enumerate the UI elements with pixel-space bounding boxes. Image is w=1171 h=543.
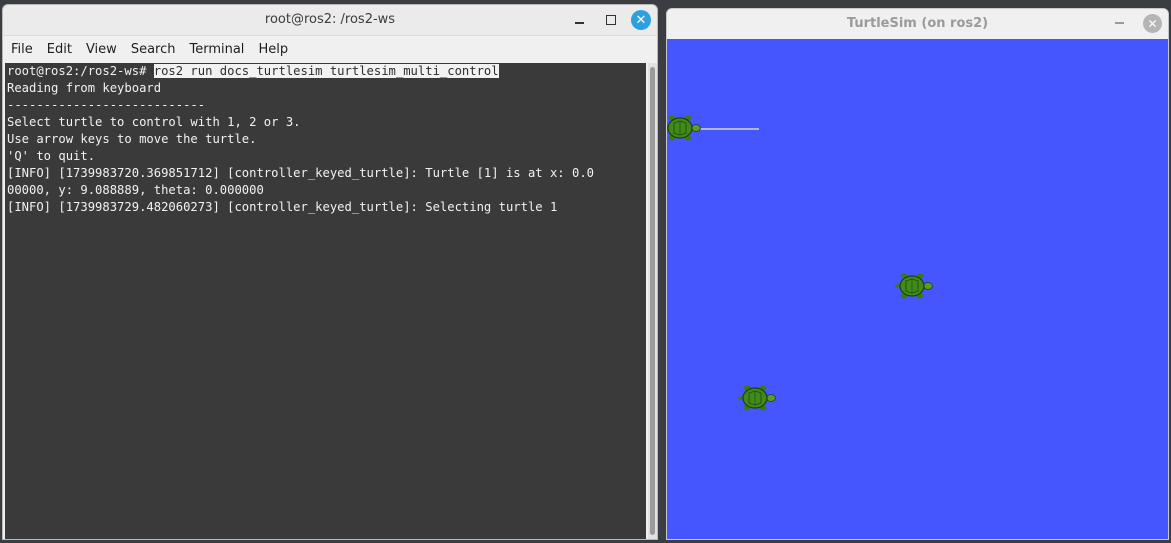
output-line: 00000, y: 9.088889, theta: 0.000000 — [7, 183, 264, 197]
turtlesim-canvas — [667, 39, 1168, 539]
command-line: root@ros2:/ros2-ws# ros2 run docs_turtle… — [5, 63, 646, 80]
minimize-icon[interactable] — [1115, 22, 1124, 24]
output-line: Reading from keyboard — [7, 81, 162, 95]
turtle-icon — [667, 115, 701, 141]
close-button[interactable]: ✕ — [1143, 14, 1162, 33]
menu-edit[interactable]: Edit — [47, 42, 72, 57]
turtlesim-window: TurtleSim (on ros2) ✕ — [666, 8, 1169, 540]
menubar: File Edit View Search Terminal Help — [3, 37, 657, 61]
output-line: [INFO] [1739983729.482060273] [controlle… — [7, 200, 558, 214]
turtlesim-title: TurtleSim (on ros2) — [846, 16, 989, 31]
terminal-window: root@ros2: /ros2-ws ✕ File Edit View Sea… — [2, 4, 658, 540]
turtle-icon — [895, 273, 933, 299]
terminal-scrollbar[interactable] — [648, 63, 657, 539]
terminal-title: root@ros2: /ros2-ws — [264, 12, 396, 27]
output-line: [INFO] [1739983720.369851712] [controlle… — [7, 166, 594, 180]
output-line: --------------------------- — [7, 98, 206, 112]
menu-search[interactable]: Search — [131, 42, 176, 57]
terminal-titlebar[interactable]: root@ros2: /ros2-ws ✕ — [3, 5, 657, 36]
minimize-button[interactable] — [569, 10, 589, 30]
command-text: ros2 run docs_turtlesim turtlesim_multi_… — [153, 64, 499, 78]
turtlesim-titlebar[interactable]: TurtleSim (on ros2) ✕ — [667, 9, 1168, 39]
menu-view[interactable]: View — [86, 42, 117, 57]
maximize-icon — [606, 15, 616, 25]
close-button[interactable]: ✕ — [631, 10, 651, 30]
scrollbar-thumb[interactable] — [650, 67, 655, 535]
close-icon: ✕ — [1147, 16, 1158, 31]
shell-prompt: root@ros2:/ros2-ws# — [7, 64, 154, 78]
output-line: Select turtle to control with 1, 2 or 3. — [7, 115, 301, 129]
terminal-output[interactable]: root@ros2:/ros2-ws# ros2 run docs_turtle… — [5, 63, 646, 539]
output-line: 'Q' to quit. — [7, 149, 96, 163]
menu-terminal[interactable]: Terminal — [189, 42, 244, 57]
maximize-button[interactable] — [601, 10, 621, 30]
menu-file[interactable]: File — [11, 42, 33, 57]
output-line: Use arrow keys to move the turtle. — [7, 132, 257, 146]
menu-help[interactable]: Help — [258, 42, 288, 57]
turtle-icon — [738, 385, 776, 411]
minimize-icon — [574, 22, 584, 24]
close-icon: ✕ — [635, 12, 647, 28]
